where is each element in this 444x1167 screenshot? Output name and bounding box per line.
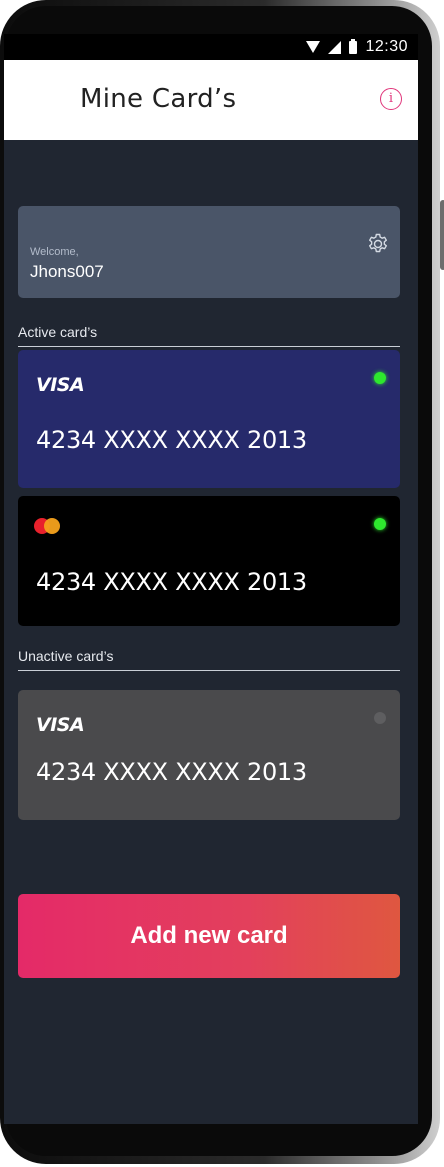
app-screen: 12:30 Mine Card’s i Welcome, Jhons007 Ac… xyxy=(4,34,418,1124)
visa-logo: VISA xyxy=(36,374,85,396)
section-divider xyxy=(18,346,400,347)
mastercard-logo xyxy=(34,518,60,534)
inactive-cards-heading: Unactive card’s xyxy=(18,648,114,664)
card-item[interactable]: VISA 4234 XXXX XXXX 2013 xyxy=(18,350,400,488)
battery-icon xyxy=(349,38,358,54)
section-divider xyxy=(18,670,400,671)
info-icon[interactable]: i xyxy=(380,88,402,110)
phone-side-button xyxy=(440,200,444,270)
status-indicator xyxy=(374,372,386,384)
card-item[interactable]: 4234 XXXX XXXX 2013 xyxy=(18,496,400,626)
welcome-panel: Welcome, Jhons007 xyxy=(18,206,400,298)
wifi-icon xyxy=(306,41,321,53)
status-indicator xyxy=(374,712,386,724)
add-new-card-button[interactable]: Add new card xyxy=(18,894,400,978)
card-number: 4234 XXXX XXXX 2013 xyxy=(36,758,307,786)
status-indicator xyxy=(374,518,386,530)
status-bar: 12:30 xyxy=(4,34,418,60)
username: Jhons007 xyxy=(30,262,104,281)
visa-logo: VISA xyxy=(36,714,85,736)
page-title: Mine Card’s xyxy=(80,84,237,114)
phone-frame: 12:30 Mine Card’s i Welcome, Jhons007 Ac… xyxy=(0,0,444,1164)
card-item[interactable]: VISA 4234 XXXX XXXX 2013 xyxy=(18,690,400,820)
signal-icon xyxy=(328,40,342,54)
card-number: 4234 XXXX XXXX 2013 xyxy=(36,568,307,596)
app-header: Mine Card’s i xyxy=(4,60,418,140)
active-cards-heading: Active card’s xyxy=(18,324,98,340)
status-time: 12:30 xyxy=(365,38,408,55)
card-number: 4234 XXXX XXXX 2013 xyxy=(36,426,307,454)
welcome-label: Welcome, xyxy=(30,246,79,258)
gear-icon[interactable] xyxy=(366,232,390,256)
